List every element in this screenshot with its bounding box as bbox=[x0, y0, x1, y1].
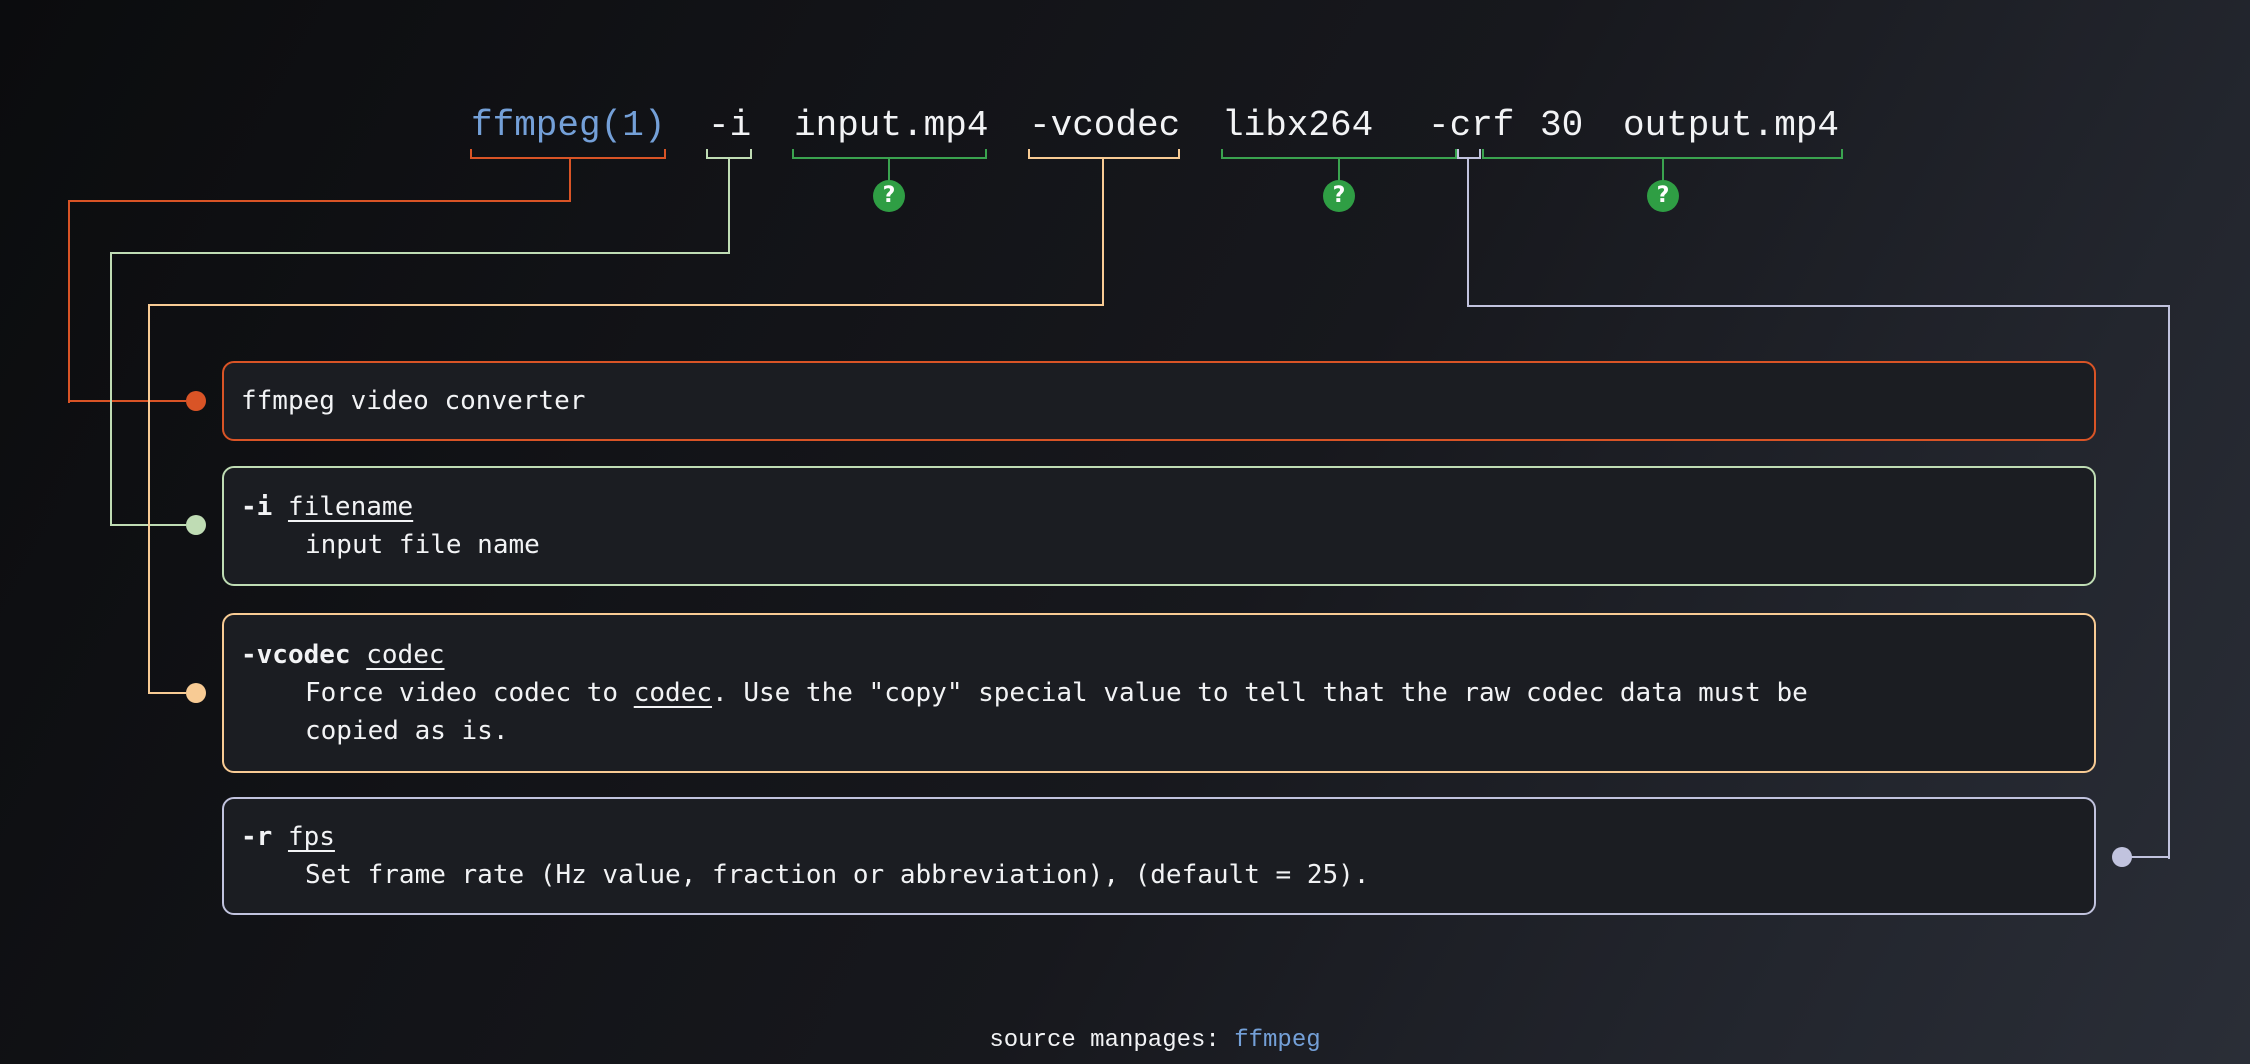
help-box-i-flag: -i filename input file name bbox=[222, 466, 2096, 586]
command-token-crf-flag: -crf bbox=[1428, 104, 1514, 148]
manpage-link[interactable]: ffmpeg bbox=[1234, 1027, 1320, 1054]
connector-peach-bottom bbox=[148, 692, 186, 694]
help-box-vcodec: -vcodec codec Force video codec to codec… bbox=[222, 613, 2096, 773]
help-text: ffmpeg video converter bbox=[241, 382, 2070, 420]
endpoint-dot-ffmpeg bbox=[186, 391, 206, 411]
bracket-ffmpeg bbox=[470, 149, 666, 159]
command-token-output-file: output.mp4 bbox=[1623, 104, 1839, 148]
help-text: Set frame rate (Hz value, fraction or ab… bbox=[305, 856, 2070, 894]
drop-line-ffmpeg bbox=[569, 158, 571, 202]
option-heading: -r fps bbox=[241, 818, 2070, 856]
drop-line-output-help bbox=[1662, 158, 1664, 182]
question-mark-icon[interactable]: ? bbox=[1647, 180, 1679, 212]
drop-line-vcodec bbox=[1102, 158, 1104, 306]
drop-line-input-help bbox=[888, 158, 890, 182]
connector-peach-top bbox=[148, 304, 1104, 306]
command-token-libx264: libx264 bbox=[1222, 104, 1373, 148]
endpoint-dot-r-flag bbox=[2112, 847, 2132, 867]
drop-line-libx264-help bbox=[1338, 158, 1340, 182]
endpoint-dot-vcodec bbox=[186, 683, 206, 703]
command-token-program-link[interactable]: ffmpeg(1) bbox=[471, 104, 665, 148]
source-manpages-label: source manpages: bbox=[989, 1027, 1234, 1054]
help-box-r-flag: -r fps Set frame rate (Hz value, fractio… bbox=[222, 797, 2096, 915]
connector-orange-top bbox=[68, 200, 571, 202]
option-heading: -vcodec codec bbox=[241, 636, 2070, 674]
connector-lavender-rail bbox=[2168, 305, 2170, 859]
command-token-vcodec-flag: -vcodec bbox=[1029, 104, 1180, 148]
help-text: copied as is. bbox=[305, 712, 2070, 750]
footer: source manpages: ffmpeg bbox=[989, 1026, 1320, 1056]
connector-lavender-top bbox=[1467, 305, 2170, 307]
connector-green-top bbox=[110, 252, 730, 254]
drop-line-i-flag bbox=[728, 158, 730, 254]
help-box-ffmpeg: ffmpeg video converter bbox=[222, 361, 2096, 441]
drop-line-r-flag bbox=[1467, 158, 1469, 306]
connector-orange-rail bbox=[68, 200, 70, 403]
connector-green-rail bbox=[110, 252, 112, 526]
question-mark-icon[interactable]: ? bbox=[873, 180, 905, 212]
option-heading: -i filename bbox=[241, 488, 2070, 526]
help-text: Force video codec to codec. Use the "cop… bbox=[305, 674, 2070, 712]
command-token-input-file: input.mp4 bbox=[794, 104, 988, 148]
connector-orange-bottom bbox=[68, 400, 186, 402]
question-mark-icon[interactable]: ? bbox=[1323, 180, 1355, 212]
connector-lavender-bottom bbox=[2130, 856, 2168, 858]
connector-peach-rail bbox=[148, 304, 150, 694]
explainshell-page: ffmpeg(1) -i input.mp4 -vcodec libx264 -… bbox=[0, 0, 2250, 1064]
endpoint-dot-i-flag bbox=[186, 515, 206, 535]
help-text: input file name bbox=[305, 526, 2070, 564]
bracket-vcodec-flag bbox=[1028, 149, 1180, 159]
bracket-r-flag bbox=[1457, 149, 1481, 159]
command-token-i-flag: -i bbox=[708, 104, 751, 148]
command-token-crf-value: 30 bbox=[1540, 104, 1583, 148]
